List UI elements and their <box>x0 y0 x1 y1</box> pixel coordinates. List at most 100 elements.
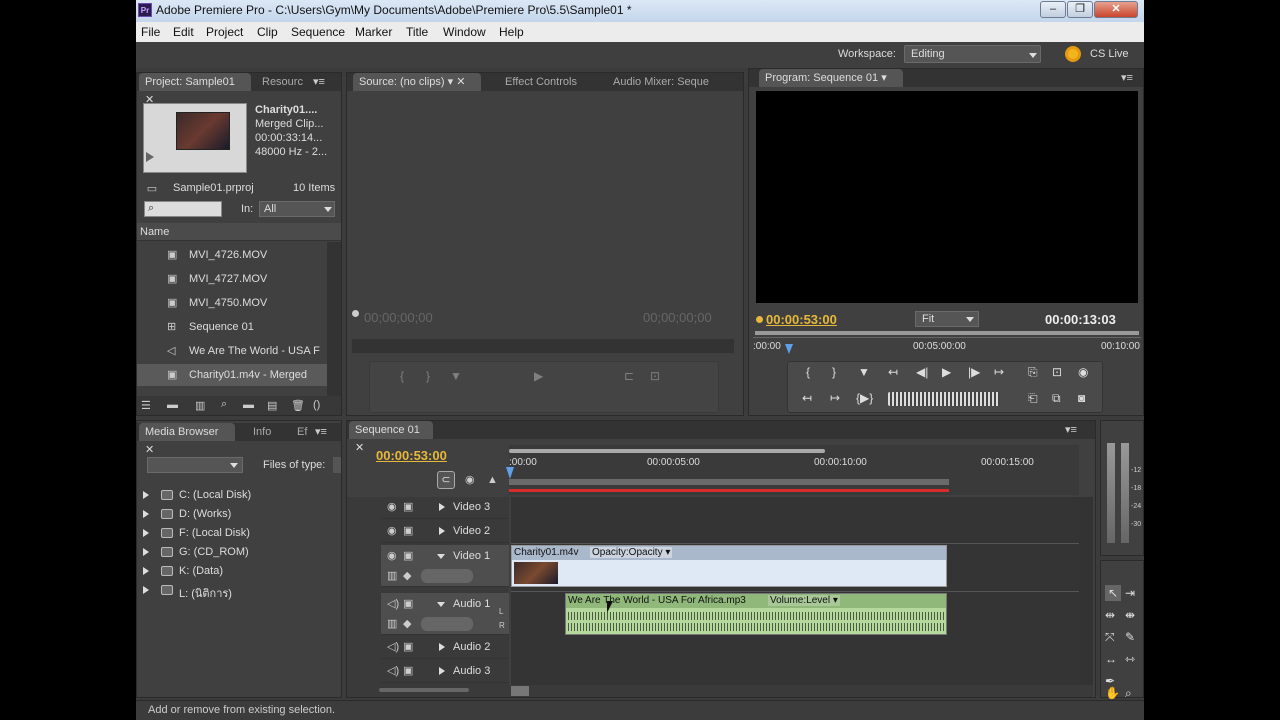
list-item[interactable]: ◁ We Are The World - USA F <box>137 340 327 362</box>
go-to-in-icon[interactable]: ↤ <box>888 364 898 380</box>
tab-project[interactable]: Project: Sample01 ✕ <box>139 73 251 106</box>
mark-in-icon[interactable]: { <box>400 368 404 384</box>
go-to-prev-icon[interactable]: ↤ <box>802 390 812 406</box>
automate-icon[interactable]: ▥ <box>195 399 205 412</box>
snap-icon[interactable]: ⊂ <box>437 471 455 489</box>
tab-effects[interactable]: Ef <box>291 423 313 441</box>
lift-icon[interactable]: ⎘ <box>1028 364 1038 380</box>
column-name[interactable]: Name <box>140 226 169 238</box>
minimize-icon[interactable]: – <box>1040 1 1066 18</box>
playhead-icon[interactable] <box>785 344 793 354</box>
track-audio-2[interactable]: ◁) ▣ Audio 2 <box>381 637 509 659</box>
track-audio-1[interactable]: ◁) ▣ Audio 1 L R ▥ ◆ <box>381 593 509 635</box>
menu-project[interactable]: Project <box>206 25 243 39</box>
keyframe-icon[interactable]: ▲ <box>487 473 498 487</box>
set-marker-icon[interactable]: ◉ <box>465 473 475 487</box>
list-item[interactable]: ▣ MVI_4727.MOV <box>137 268 327 290</box>
menu-edit[interactable]: Edit <box>173 25 194 39</box>
keyframe-nav[interactable] <box>421 617 473 631</box>
go-to-out-icon[interactable]: ↦ <box>994 364 1004 380</box>
menu-help[interactable]: Help <box>499 25 524 39</box>
drive-item[interactable]: C: (Local Disk) <box>141 487 331 505</box>
track-video-1[interactable]: ◉ ▣ Video 1 ▥ ◆ <box>381 545 509 587</box>
rate-stretch-tool-icon[interactable]: ⤧ <box>1105 629 1115 645</box>
step-forward-icon[interactable]: |▶ <box>968 364 980 380</box>
zoom-bar[interactable] <box>509 449 825 453</box>
rolling-edit-tool-icon[interactable]: ⇼ <box>1125 607 1135 623</box>
panel-menu-icon[interactable]: ▾≡ <box>1119 71 1135 85</box>
export-frame-icon[interactable]: ◙ <box>1078 390 1085 406</box>
video-clip[interactable]: Charity01.m4v Opacity:Opacity ▾ <box>511 545 947 587</box>
menu-clip[interactable]: Clip <box>257 25 278 39</box>
track-video-2[interactable]: ◉ ▣ Video 2 <box>381 521 509 543</box>
tab-source[interactable]: Source: (no clips) ▾ ✕ <box>353 73 481 91</box>
tab-effect-controls[interactable]: Effect Controls <box>499 73 583 91</box>
keyframe-nav[interactable] <box>421 569 473 583</box>
drive-item[interactable]: K: (Data) <box>141 563 331 581</box>
cs-live-label[interactable]: CS Live <box>1090 48 1129 60</box>
maximize-icon[interactable]: ❐ <box>1067 1 1093 18</box>
timeline-timecode[interactable]: 00:00:53:00 <box>376 448 447 463</box>
step-back-icon[interactable]: ◀| <box>916 364 928 380</box>
timeline-vscrollbar[interactable] <box>1079 497 1093 685</box>
drive-item[interactable]: L: (นิติการ) <box>141 582 331 600</box>
drive-item[interactable]: F: (Local Disk) <box>141 525 331 543</box>
slip-tool-icon[interactable]: ↔ <box>1105 651 1117 667</box>
hand-tool-icon[interactable]: ✋ <box>1105 685 1120 701</box>
mark-out-icon[interactable]: } <box>832 364 836 380</box>
list-item[interactable]: ▣ MVI_4726.MOV <box>137 244 327 266</box>
close-icon[interactable]: ✕ <box>1094 1 1138 18</box>
program-timecode[interactable]: 00:00:53:00 <box>766 312 837 327</box>
source-timecode-out[interactable]: 00;00;00;00 <box>643 310 712 325</box>
file-type-dropdown[interactable] <box>333 457 341 473</box>
new-item-icon[interactable]: ▤ <box>267 399 277 412</box>
trim-icon[interactable]: ⧉ <box>1052 390 1061 406</box>
tab-info[interactable]: Info <box>247 423 277 441</box>
tab-resource[interactable]: Resourc <box>256 73 309 91</box>
go-to-next-icon[interactable]: ↦ <box>830 390 840 406</box>
panel-menu-icon[interactable]: ▾≡ <box>311 75 327 89</box>
path-dropdown[interactable] <box>147 457 243 473</box>
list-item[interactable]: ▣ Charity01.m4v - Merged <box>137 364 327 386</box>
track-video-3[interactable]: ◉ ▣ Video 3 <box>381 497 509 519</box>
jog-shuttle[interactable] <box>888 392 1000 406</box>
insert-icon[interactable]: ⊏ <box>624 368 634 384</box>
track-select-tool-icon[interactable]: ⇥ <box>1125 585 1135 601</box>
trash-icon[interactable]: 🗑 <box>291 399 305 412</box>
opacity-dropdown[interactable]: Opacity:Opacity ▾ <box>590 547 673 558</box>
menu-file[interactable]: File <box>141 25 160 39</box>
output-icon[interactable]: ◉ <box>1078 364 1088 380</box>
razor-tool-icon[interactable]: ✎ <box>1125 629 1135 645</box>
mark-out-icon[interactable]: } <box>426 368 430 384</box>
panel-menu-icon[interactable]: ▾≡ <box>1063 423 1079 437</box>
source-timecode-in[interactable]: 00;00;00;00 <box>364 310 433 325</box>
safe-margins-icon[interactable]: ⊡ <box>1052 364 1062 380</box>
workspace-dropdown[interactable]: Editing <box>904 45 1041 63</box>
scroll-icon[interactable]: () <box>313 399 320 411</box>
volume-dropdown[interactable]: Volume:Level ▾ <box>768 595 840 606</box>
slide-tool-icon[interactable]: ⇿ <box>1125 651 1135 667</box>
fit-dropdown[interactable]: Fit <box>915 311 979 327</box>
source-scrubber[interactable] <box>352 339 734 353</box>
program-work-area[interactable] <box>755 331 1139 335</box>
list-view-icon[interactable]: ☰ <box>141 399 151 412</box>
play-icon[interactable]: ▶ <box>942 364 951 380</box>
selection-tool-icon[interactable]: ↖ <box>1105 585 1121 601</box>
extract-icon[interactable]: ⎗ <box>1028 390 1038 406</box>
search-input[interactable]: ⌕ <box>144 201 222 217</box>
timeline-ruler[interactable]: :00:00 00:00:05:00 00:00:10:00 00:00:15:… <box>506 445 1079 495</box>
tab-sequence-01[interactable]: Sequence 01 ✕ <box>349 421 433 454</box>
mark-in-icon[interactable]: { <box>806 364 810 380</box>
play-icon[interactable]: ▶ <box>534 368 543 384</box>
menu-marker[interactable]: Marker <box>355 25 392 39</box>
program-ruler[interactable]: :00:00 00:05:00:00 00:10:00 <box>753 337 1141 357</box>
cs-live-icon[interactable] <box>1065 46 1081 62</box>
drive-item[interactable]: G: (CD_ROM) <box>141 544 331 562</box>
playhead-icon[interactable] <box>506 467 514 479</box>
menu-sequence[interactable]: Sequence <box>291 25 345 39</box>
column-header[interactable]: Name <box>137 223 341 241</box>
icon-view-icon[interactable]: ▬ <box>167 399 178 411</box>
zoom-tool-icon[interactable]: ⌕ <box>1125 685 1132 701</box>
project-scrollbar[interactable] <box>327 242 341 396</box>
safe-margins-icon[interactable]: ⊡ <box>650 368 660 384</box>
